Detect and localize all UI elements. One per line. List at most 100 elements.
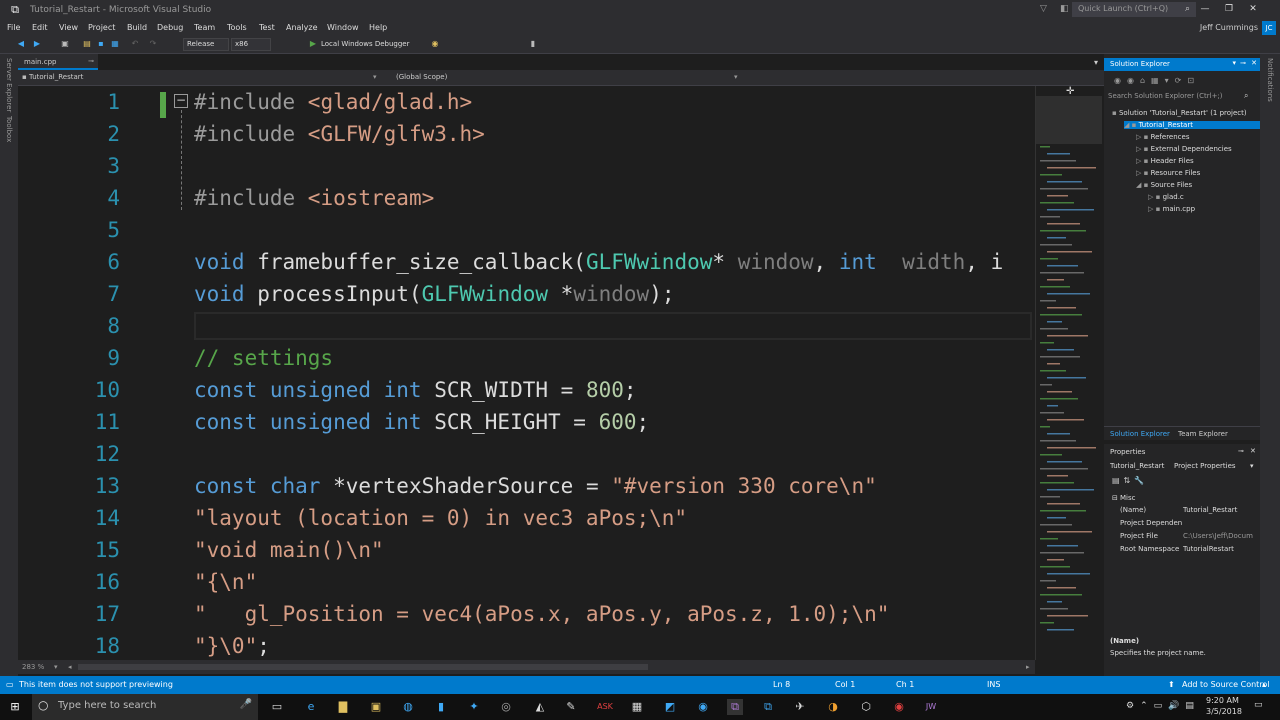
property-name[interactable]: Root Namespace bbox=[1120, 545, 1179, 553]
code-line[interactable]: // settings bbox=[194, 342, 333, 374]
menu-file[interactable]: File bbox=[7, 23, 20, 32]
app-icon-6[interactable]: ASK bbox=[597, 699, 613, 715]
blender-icon[interactable]: ◑ bbox=[825, 699, 841, 715]
source-control-dropdown-icon[interactable]: ▴ bbox=[1262, 680, 1266, 689]
quick-launch-input[interactable]: Quick Launch (Ctrl+Q) bbox=[1072, 2, 1196, 17]
taskbar-search-input[interactable]: ○ Type here to search 🎤 bbox=[32, 694, 258, 720]
zoom-dropdown-icon[interactable]: ▾ bbox=[54, 663, 58, 671]
property-name[interactable]: Project File bbox=[1120, 532, 1158, 540]
scroll-right-icon[interactable]: ▸ bbox=[1026, 663, 1030, 671]
collapse-icon[interactable]: − bbox=[174, 94, 188, 108]
app-icon-2[interactable]: ✦ bbox=[466, 699, 482, 715]
visual-studio-taskbar-icon[interactable]: ⧉ bbox=[727, 699, 743, 715]
bookmark-icon[interactable]: ▮ bbox=[528, 39, 538, 49]
scope-dropdown-arrow-icon[interactable]: ▾ bbox=[734, 73, 738, 81]
quick-launch-search-icon[interactable]: ⌕ bbox=[1185, 4, 1190, 14]
property-name[interactable]: (Name) bbox=[1120, 506, 1146, 514]
back-icon[interactable]: ◀ bbox=[16, 39, 26, 49]
menu-help[interactable]: Help bbox=[369, 23, 387, 32]
windows-start-icon[interactable]: ⊞ bbox=[7, 699, 23, 715]
tree-item[interactable]: ▷ ▪ main.cpp bbox=[1148, 205, 1195, 213]
run-target-label[interactable]: Local Windows Debugger bbox=[321, 40, 410, 48]
feedback-icon[interactable]: ◧ bbox=[1060, 4, 1069, 14]
tab-main-cpp[interactable]: main.cpp ⊸ bbox=[18, 54, 98, 70]
properties-object-type[interactable]: Project Properties bbox=[1174, 462, 1236, 470]
code-line[interactable]: "{\n" bbox=[194, 566, 257, 598]
code-line[interactable]: void processInput(GLFWwindow *window); bbox=[194, 278, 674, 310]
code-line[interactable]: " gl_Position = vec4(aPos.x, aPos.y, aPo… bbox=[194, 598, 889, 630]
app-icon-7[interactable]: ◩ bbox=[662, 699, 678, 715]
clock-date[interactable]: 3/5/2018 bbox=[1206, 707, 1242, 716]
app-icon-1[interactable]: ▮ bbox=[433, 699, 449, 715]
app-icon-5[interactable]: ✎ bbox=[563, 699, 579, 715]
calculator-icon[interactable]: ▦ bbox=[629, 699, 645, 715]
tree-expander-icon[interactable]: ▷ ▪ bbox=[1136, 157, 1151, 165]
tree-item[interactable]: ▷ ▪ glad.c bbox=[1148, 193, 1184, 201]
system-tray-icons[interactable]: ⚙⌃▭🔊▤ bbox=[1126, 701, 1200, 711]
code-line[interactable]: #include <GLFW/glfw3.h> bbox=[194, 118, 485, 150]
properties-object[interactable]: Tutorial_Restart bbox=[1110, 462, 1164, 470]
menu-analyze[interactable]: Analyze bbox=[286, 23, 318, 32]
server-explorer-tab[interactable]: Server Explorer bbox=[5, 58, 13, 112]
properties-close-icon[interactable]: ✕ bbox=[1250, 447, 1256, 455]
panel-close-icon[interactable]: ✕ bbox=[1251, 59, 1257, 67]
save-icon[interactable]: ▪ bbox=[96, 39, 106, 49]
file-explorer-icon[interactable]: ▇ bbox=[335, 699, 351, 715]
code-line[interactable]: #include <glad/glad.h> bbox=[194, 86, 472, 118]
solution-search-input[interactable]: Search Solution Explorer (Ctrl+;) bbox=[1108, 92, 1256, 103]
toolbox-tab[interactable]: Toolbox bbox=[5, 116, 13, 142]
steam-icon[interactable]: ◍ bbox=[400, 699, 416, 715]
minimize-button[interactable]: — bbox=[1198, 4, 1212, 14]
vscode-icon[interactable]: ⧉ bbox=[760, 699, 776, 715]
add-to-source-control[interactable]: Add to Source Control bbox=[1182, 680, 1270, 689]
code-line[interactable]: "void main()\n" bbox=[194, 534, 384, 566]
tree-expander-icon[interactable]: ▪ bbox=[1112, 109, 1119, 117]
app-icon-8[interactable]: ✈ bbox=[792, 699, 808, 715]
scope-dropdown[interactable]: (Global Scope) bbox=[396, 73, 447, 81]
code-line[interactable]: #include <iostream> bbox=[194, 182, 434, 214]
menu-edit[interactable]: Edit bbox=[32, 23, 48, 32]
start-debugging-icon[interactable]: ▶ bbox=[308, 39, 318, 49]
panel-menu-icon[interactable]: ▾ bbox=[1232, 59, 1236, 67]
solution-search-icon[interactable]: ⌕ bbox=[1244, 91, 1248, 101]
tree-expander-icon[interactable]: ▷ ▪ bbox=[1136, 169, 1151, 177]
menu-test[interactable]: Test bbox=[259, 23, 275, 32]
tree-expander-icon[interactable]: ▷ ▪ bbox=[1136, 133, 1151, 141]
close-button[interactable]: ✕ bbox=[1246, 4, 1260, 14]
horizontal-scroll-thumb[interactable] bbox=[78, 664, 648, 670]
app-icon-4[interactable]: ◭ bbox=[532, 699, 548, 715]
tree-expander-icon[interactable]: ▷ ▪ bbox=[1148, 193, 1163, 201]
code-line[interactable]: void framebuffer_size_callback(GLFWwindo… bbox=[194, 246, 1003, 278]
property-name[interactable]: Project Dependen bbox=[1120, 519, 1182, 527]
code-editor[interactable]: − 1 #include <glad/glad.h> 2 #include <GLFW… bbox=[18, 86, 1035, 660]
app-icon-10[interactable]: ◉ bbox=[891, 699, 907, 715]
collapse-category-icon[interactable]: ⊟ bbox=[1112, 494, 1118, 502]
scroll-left-icon[interactable]: ◂ bbox=[68, 663, 72, 671]
tree-item[interactable]: ▪ Solution 'Tutorial_Restart' (1 project… bbox=[1112, 109, 1247, 117]
code-line[interactable]: const unsigned int SCR_HEIGHT = 600; bbox=[194, 406, 649, 438]
microphone-icon[interactable]: 🎤 bbox=[240, 699, 252, 710]
menu-view[interactable]: View bbox=[59, 23, 78, 32]
tree-item[interactable]: ▷ ▪ References bbox=[1136, 133, 1189, 141]
open-file-icon[interactable]: ▤ bbox=[82, 39, 92, 49]
tab-dropdown-icon[interactable]: ▾ bbox=[1094, 58, 1098, 67]
code-line[interactable]: "layout (location = 0) in vec3 aPos;\n" bbox=[194, 502, 687, 534]
property-value[interactable]: TutorialRestart bbox=[1183, 545, 1234, 553]
forward-icon[interactable]: ▶ bbox=[32, 39, 42, 49]
tree-item[interactable]: ▷ ▪ External Dependencies bbox=[1136, 145, 1232, 153]
split-icon[interactable]: ✛ bbox=[1066, 86, 1074, 97]
code-line[interactable]: const char *vertexShaderSource = "#versi… bbox=[194, 470, 877, 502]
pin-icon[interactable]: ⊸ bbox=[88, 57, 94, 65]
minimap-viewport[interactable] bbox=[1036, 96, 1102, 144]
menu-project[interactable]: Project bbox=[88, 23, 115, 32]
clock-time[interactable]: 9:20 AM bbox=[1206, 696, 1239, 705]
platform-select[interactable]: x86 bbox=[231, 38, 271, 51]
property-value[interactable]: Tutorial_Restart bbox=[1183, 506, 1237, 514]
save-all-icon[interactable]: ▦ bbox=[110, 39, 120, 49]
properties-toolbar[interactable]: ▤⇅🔧 bbox=[1112, 476, 1148, 485]
redo-icon[interactable]: ↷ bbox=[148, 39, 158, 49]
chrome-icon[interactable]: ◉ bbox=[695, 699, 711, 715]
tree-expander-icon[interactable]: ◢ ▪ bbox=[1136, 181, 1151, 189]
project-dropdown[interactable]: ▪ Tutorial_Restart bbox=[22, 73, 382, 81]
code-line[interactable]: "}\0"; bbox=[194, 630, 270, 660]
